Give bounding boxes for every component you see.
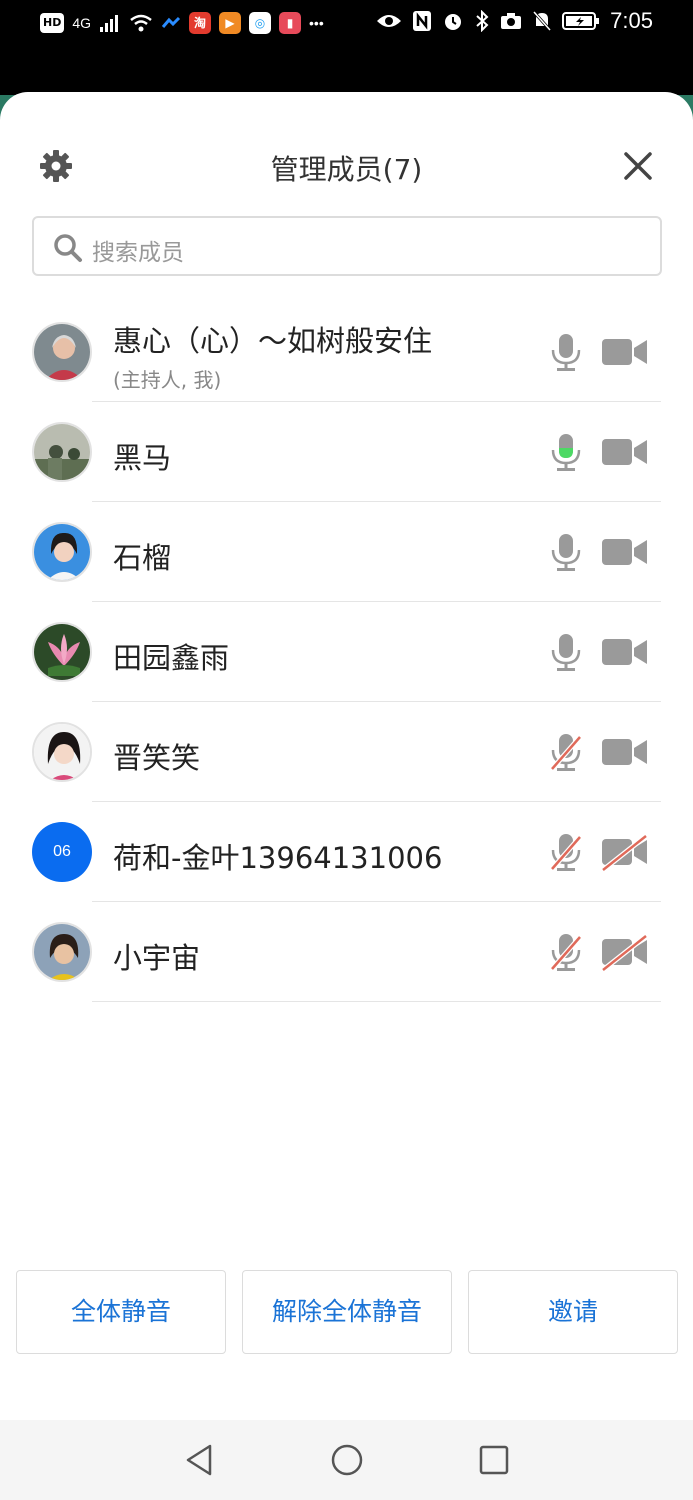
microphone-muted-icon[interactable] [548,732,584,772]
status-bar: HD 4G 淘 ▶ ◎ ▮ ••• 7:05 [0,0,693,50]
mute-all-button[interactable]: 全体静音 [16,1270,226,1354]
search-input[interactable]: 搜索成员 [32,216,662,276]
avatar [32,522,92,582]
avatar [32,422,92,482]
member-row[interactable]: 06 荷和-金叶13964131006 [0,802,693,902]
member-name: 荷和-金叶13964131006 [113,841,443,875]
camera-off-icon[interactable] [600,932,650,972]
signal-icon [100,15,119,32]
camera-on-icon[interactable] [600,532,650,572]
member-role: (主持人, 我) [113,368,222,392]
cloud-icon [161,16,181,28]
navigation-bar [0,1420,693,1500]
search-icon [54,234,82,262]
hd-indicator: HD [40,13,65,33]
member-row[interactable]: 惠心（心）～如树般安住 (主持人, 我) [0,302,693,402]
manage-members-sheet: 管理成员(7) 搜索成员 惠心（心）～如树般安住 (主持人, 我) 黑马 石榴 … [0,92,693,1422]
taobao-app-icon: 淘 [189,12,212,34]
avatar: 06 [32,822,92,882]
camera-off-icon[interactable] [600,832,650,872]
home-icon[interactable] [327,1440,367,1480]
bluetooth-icon [476,10,489,32]
member-name: 黑马 [113,441,172,475]
battery-icon [562,12,600,30]
nfc-icon [413,11,432,31]
recent-apps-icon[interactable] [474,1440,514,1480]
video-app-icon: ▶ [219,12,242,34]
avatar [32,922,92,982]
close-icon[interactable] [620,148,656,184]
clock: 7:05 [610,8,653,33]
divider [92,1001,661,1002]
avatar [32,322,92,382]
member-row[interactable]: 黑马 [0,402,693,502]
network-type: 4G [72,15,92,31]
camera-on-icon[interactable] [600,432,650,472]
member-name: 晋笑笑 [113,741,201,775]
member-name: 田园鑫雨 [113,641,230,675]
back-icon[interactable] [180,1440,220,1480]
microphone-muted-icon[interactable] [548,932,584,972]
avatar [32,622,92,682]
member-row[interactable]: 石榴 [0,502,693,602]
microphone-icon[interactable] [548,632,584,672]
camera-on-icon[interactable] [600,732,650,772]
status-bar-right: 7:05 [376,8,653,34]
mute-notification-icon [533,11,552,31]
member-row[interactable]: 小宇宙 [0,902,693,1002]
member-name: 惠心（心）～如树般安住 [113,324,433,358]
member-name: 石榴 [113,541,172,575]
camera-icon [501,13,522,29]
unmute-all-button[interactable]: 解除全体静音 [242,1270,452,1354]
book-app-icon: ▮ [279,12,302,34]
alarm-icon [445,14,462,30]
member-name: 小宇宙 [113,941,201,975]
microphone-icon[interactable] [548,532,584,572]
microphone-icon[interactable] [548,332,584,372]
invite-button[interactable]: 邀请 [468,1270,678,1354]
member-row[interactable]: 晋笑笑 [0,702,693,802]
page-title: 管理成员(7) [270,153,423,186]
more-notifications-icon: ••• [309,15,324,31]
camera-on-icon[interactable] [600,332,650,372]
chat-app-icon: ◎ [249,12,272,34]
wifi-icon [130,14,152,32]
sheet-header: 管理成员(7) [0,132,693,202]
avatar [32,722,92,782]
eye-icon [377,15,402,27]
member-row[interactable]: 田园鑫雨 [0,602,693,702]
search-placeholder: 搜索成员 [92,240,184,266]
camera-on-icon[interactable] [600,632,650,672]
status-bar-left: HD 4G 淘 ▶ ◎ ▮ ••• [40,12,324,34]
microphone-speaking-icon[interactable] [548,432,584,472]
microphone-muted-icon[interactable] [548,832,584,872]
